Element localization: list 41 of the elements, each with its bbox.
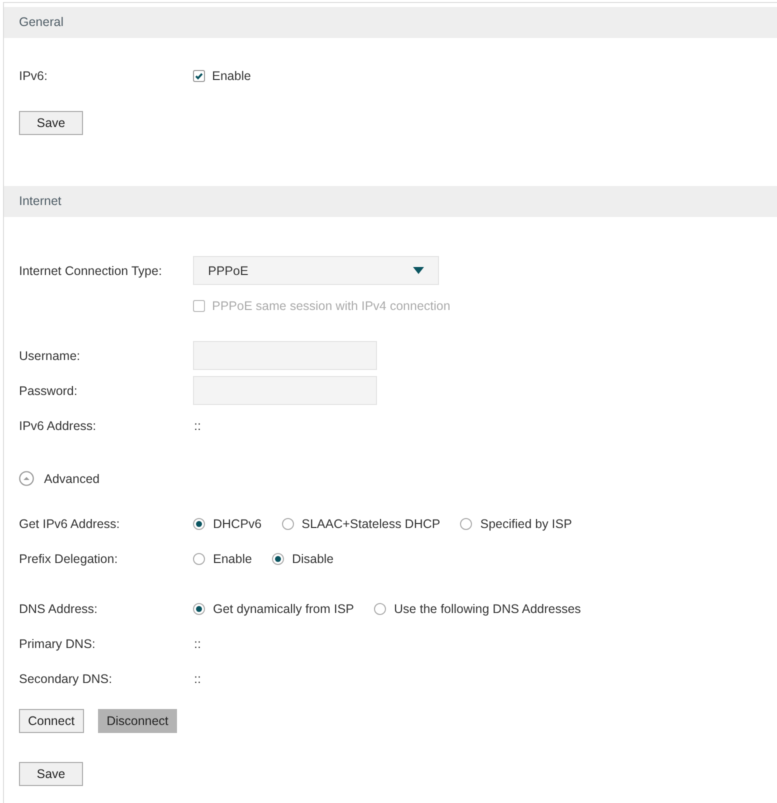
- radio-label: SLAAC+Stateless DHCP: [302, 516, 440, 530]
- advanced-toggle[interactable]: Advanced: [19, 471, 100, 486]
- value-text: ::: [193, 418, 201, 432]
- radio-button[interactable]: [193, 552, 205, 564]
- radio-label: Disable: [292, 552, 334, 566]
- field-label: IPv6 Address:: [19, 418, 96, 432]
- input-field[interactable]: [193, 376, 377, 405]
- field-label: Get IPv6 Address:: [19, 516, 120, 530]
- radio-button[interactable]: [272, 552, 284, 564]
- form-button[interactable]: Connect: [19, 709, 84, 733]
- checkbox[interactable]: [193, 70, 205, 82]
- field-label: Secondary DNS:: [19, 672, 112, 686]
- form-button[interactable]: Save: [19, 762, 83, 786]
- field-label: DNS Address:: [19, 602, 98, 616]
- field-label: Primary DNS:: [19, 636, 96, 650]
- dropdown[interactable]: PPPoE: [193, 256, 439, 285]
- field-label: Internet Connection Type:: [19, 264, 162, 278]
- radio-label: Use the following DNS Addresses: [394, 602, 581, 616]
- radio-label: Get dynamically from ISP: [213, 602, 354, 616]
- field-label: Prefix Delegation:: [19, 552, 118, 566]
- caret-icon: [413, 267, 424, 274]
- radio-button[interactable]: [374, 602, 386, 614]
- checkbox-label: PPPoE same session with IPv4 connection: [212, 298, 450, 312]
- radio-button[interactable]: [193, 518, 205, 530]
- radio-button[interactable]: [193, 602, 205, 614]
- radio-label: DHCPv6: [213, 516, 262, 530]
- form-button[interactable]: Disconnect: [98, 709, 178, 733]
- checkbox-label: Enable: [212, 68, 251, 82]
- radio-button[interactable]: [460, 518, 472, 530]
- radio-label: Enable: [213, 552, 252, 566]
- form-button[interactable]: Save: [19, 111, 83, 135]
- value-text: ::: [193, 636, 201, 650]
- radio-button[interactable]: [282, 518, 294, 530]
- field-label: Password:: [19, 384, 78, 398]
- value-text: ::: [193, 672, 201, 686]
- section-header: Internet: [4, 186, 777, 217]
- input-field[interactable]: [193, 341, 377, 370]
- field-label: Username:: [19, 348, 80, 362]
- section-header: General: [4, 7, 777, 38]
- field-label: IPv6:: [19, 68, 48, 82]
- radio-label: Specified by ISP: [480, 516, 572, 530]
